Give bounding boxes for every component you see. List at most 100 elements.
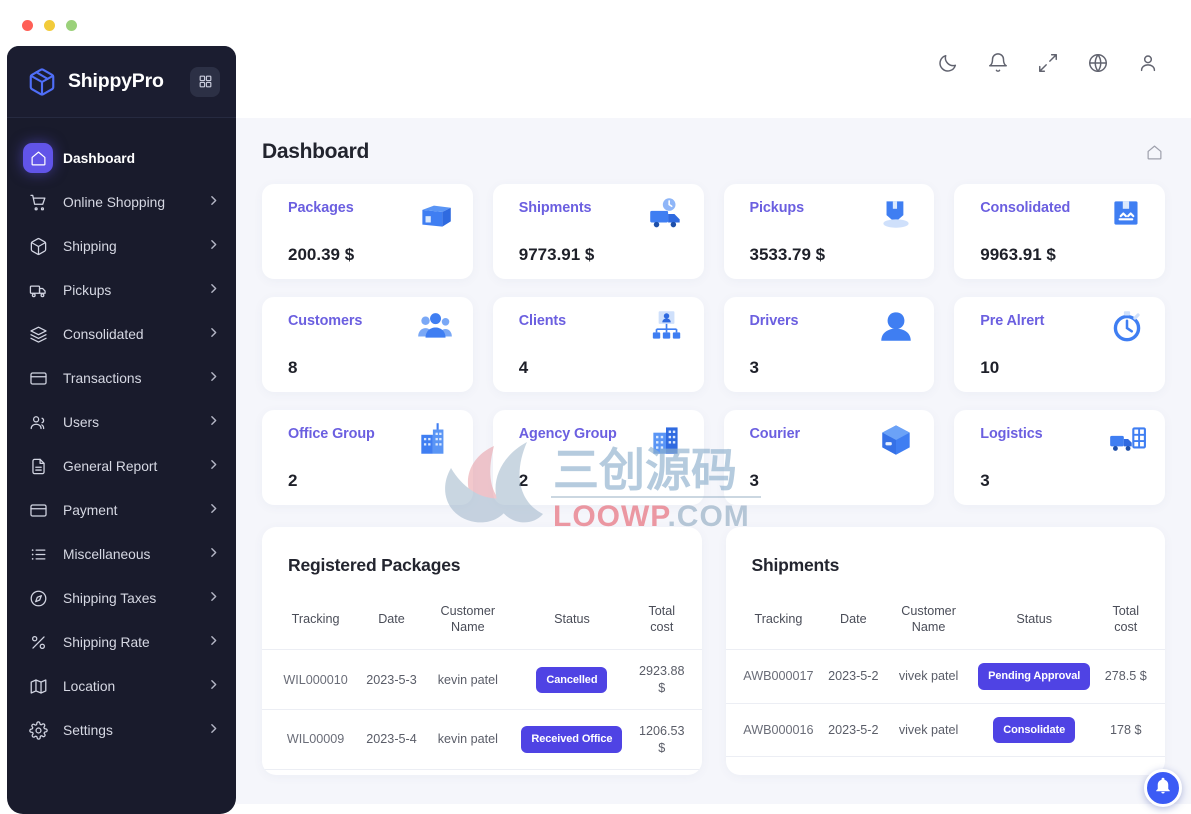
- stat-card-drivers[interactable]: Drivers 3: [723, 297, 935, 392]
- cell-tracking: WIL000010: [262, 649, 360, 711]
- sidebar-item-consolidated[interactable]: Consolidated: [7, 312, 236, 356]
- stat-card-value: 4: [518, 358, 529, 377]
- table-row[interactable]: WIL000010 2023-5-3 kevin patel Cancelled 292…: [262, 649, 702, 711]
- stat-card-shipments[interactable]: Shipments 9773.91 $: [492, 184, 704, 279]
- stat-card-label: Drivers: [749, 313, 799, 329]
- minimize-window-button[interactable]: [44, 20, 55, 31]
- cell-total-cost: 1206.53 $: [632, 709, 702, 770]
- sidebar-item-shipping[interactable]: Shipping: [7, 224, 236, 268]
- sidebar-item-pickups[interactable]: Pickups: [7, 268, 236, 312]
- sidebar-item-users[interactable]: Users: [7, 400, 236, 444]
- stat-card-top: Packages: [288, 200, 455, 232]
- stat-card-consolidated[interactable]: Consolidated 9963.91 $: [954, 184, 1165, 279]
- notification-fab[interactable]: [1144, 769, 1182, 807]
- close-window-button[interactable]: [22, 20, 33, 31]
- registered-packages-title: Registered Packages: [288, 555, 461, 575]
- col-header-total-cost: Total cost: [632, 600, 702, 651]
- stat-card-label: Office Group: [288, 426, 375, 442]
- stat-card-logistics[interactable]: Logistics 3: [954, 410, 1165, 505]
- stat-card-agency-group[interactable]: Agency Group 2: [492, 410, 704, 505]
- home-icon: [23, 143, 53, 173]
- stat-card-courier[interactable]: Courier 3: [723, 410, 935, 505]
- chevron-right-icon: [207, 546, 220, 562]
- bell-icon[interactable]: [987, 52, 1009, 74]
- notification-bell-icon: [1154, 777, 1172, 800]
- stat-card-value: 3: [749, 358, 759, 377]
- page-header: Dashboard: [236, 118, 1191, 174]
- table-header-row: Tracking Date Customer Name Status Total…: [262, 600, 702, 651]
- list-icon: [27, 543, 49, 565]
- stat-card-value: 10: [980, 358, 1000, 377]
- agency-building-icon: [646, 420, 686, 458]
- grid-menu-icon[interactable]: [190, 66, 220, 97]
- sidebar-item-dashboard[interactable]: Dashboard: [7, 136, 236, 180]
- table-row[interactable]: AWB000017 2023-5-2 vivek patel Pending Appr…: [725, 649, 1165, 704]
- status-badge[interactable]: Cancelled: [536, 666, 608, 693]
- status-badge[interactable]: Received Office: [521, 726, 623, 753]
- stat-cards-grid: Packages 200.39 $ Shipments 9773.91 $ Pickup…: [236, 174, 1191, 505]
- sidebar-item-label: Miscellaneous: [63, 546, 151, 562]
- sidebar-item-transactions[interactable]: Transactions: [7, 356, 236, 400]
- stat-card-label: Consolidated: [980, 200, 1071, 216]
- stat-card-top: Courier: [750, 425, 917, 458]
- sidebar-item-label: Transactions: [63, 370, 142, 386]
- sidebar-item-general-report[interactable]: General Report: [7, 444, 236, 488]
- stat-card-pickups[interactable]: Pickups 3533.79 $: [723, 184, 935, 279]
- moon-icon[interactable]: [937, 52, 959, 74]
- sidebar-item-label: Users: [63, 414, 100, 430]
- stat-card-label: Packages: [288, 200, 354, 216]
- stat-card-customers[interactable]: Customers 8: [262, 297, 473, 392]
- chevron-right-icon: [207, 238, 220, 254]
- stat-card-packages[interactable]: Packages 200.39 $: [262, 184, 473, 279]
- chevron-right-icon: [207, 326, 220, 342]
- cube-box-icon: [876, 420, 916, 458]
- cell-total-cost: 278.5 $: [1096, 649, 1165, 704]
- stat-card-label: Logistics: [980, 426, 1043, 442]
- stat-card-clients[interactable]: Clients 4: [492, 297, 704, 392]
- globe-icon[interactable]: [1087, 52, 1109, 74]
- maximize-window-button[interactable]: [66, 20, 77, 31]
- sidebar-item-location[interactable]: Location: [7, 664, 236, 708]
- stat-card-top: Agency Group: [519, 426, 686, 458]
- table-body: WIL000010 2023-5-3 kevin patel Cancelled 292…: [262, 649, 702, 770]
- table-row[interactable]: WIL00009 2023-5-4 kevin patel Received Offi…: [262, 709, 702, 770]
- status-badge[interactable]: Pending Approval: [978, 663, 1091, 690]
- stat-card-label: Pickups: [749, 200, 805, 216]
- sidebar-brand[interactable]: ShippyPro: [7, 46, 236, 118]
- cell-status: Cancelled: [511, 649, 633, 711]
- col-header-tracking: Tracking: [262, 600, 360, 651]
- cell-status: Consolidate: [971, 703, 1097, 758]
- stat-card-office-group[interactable]: Office Group 2: [262, 410, 473, 505]
- status-badge[interactable]: Consolidate: [993, 716, 1076, 744]
- package-pickup-icon: [876, 194, 916, 232]
- sidebar-item-shipping-taxes[interactable]: Shipping Taxes: [7, 576, 236, 620]
- stat-card-pre-alrert[interactable]: Pre Alrert 10: [954, 297, 1165, 392]
- consolidated-box-icon: [1107, 194, 1147, 232]
- stat-card-top: Clients: [519, 311, 686, 345]
- org-chart-icon: [646, 307, 686, 345]
- home-breadcrumb-icon[interactable]: [1146, 144, 1163, 161]
- sidebar-item-payment[interactable]: Payment: [7, 488, 236, 532]
- sidebar-item-label: Shipping: [63, 238, 117, 254]
- delivery-truck-icon: [646, 194, 686, 232]
- table-row[interactable]: AWB000016 2023-5-2 vivek patel Consolidate 1…: [725, 703, 1165, 758]
- stat-card-top: Pickups: [750, 200, 917, 232]
- chevron-right-icon: [207, 458, 220, 474]
- sidebar-item-online-shopping[interactable]: Online Shopping: [7, 180, 236, 224]
- shipments-table: Tracking Date Customer Name Status Total…: [725, 600, 1165, 758]
- cell-date: 2023-5-2: [821, 703, 886, 758]
- sidebar-item-shipping-rate[interactable]: Shipping Rate: [7, 620, 236, 664]
- card-icon: [27, 367, 49, 389]
- sidebar-item-label: Location: [63, 678, 116, 694]
- stat-card-label: Shipments: [518, 200, 592, 216]
- user-icon[interactable]: [1137, 52, 1159, 74]
- chevron-right-icon: [207, 194, 220, 210]
- expand-icon[interactable]: [1037, 52, 1059, 74]
- chevron-right-icon: [207, 590, 220, 606]
- sidebar-item-label: Shipping Rate: [63, 634, 150, 650]
- sidebar-item-miscellaneous[interactable]: Miscellaneous: [7, 532, 236, 576]
- sidebar-item-settings[interactable]: Settings: [7, 708, 236, 752]
- chevron-right-icon: [207, 370, 220, 386]
- chevron-right-icon: [207, 502, 220, 518]
- stat-card-value: 2: [288, 471, 298, 490]
